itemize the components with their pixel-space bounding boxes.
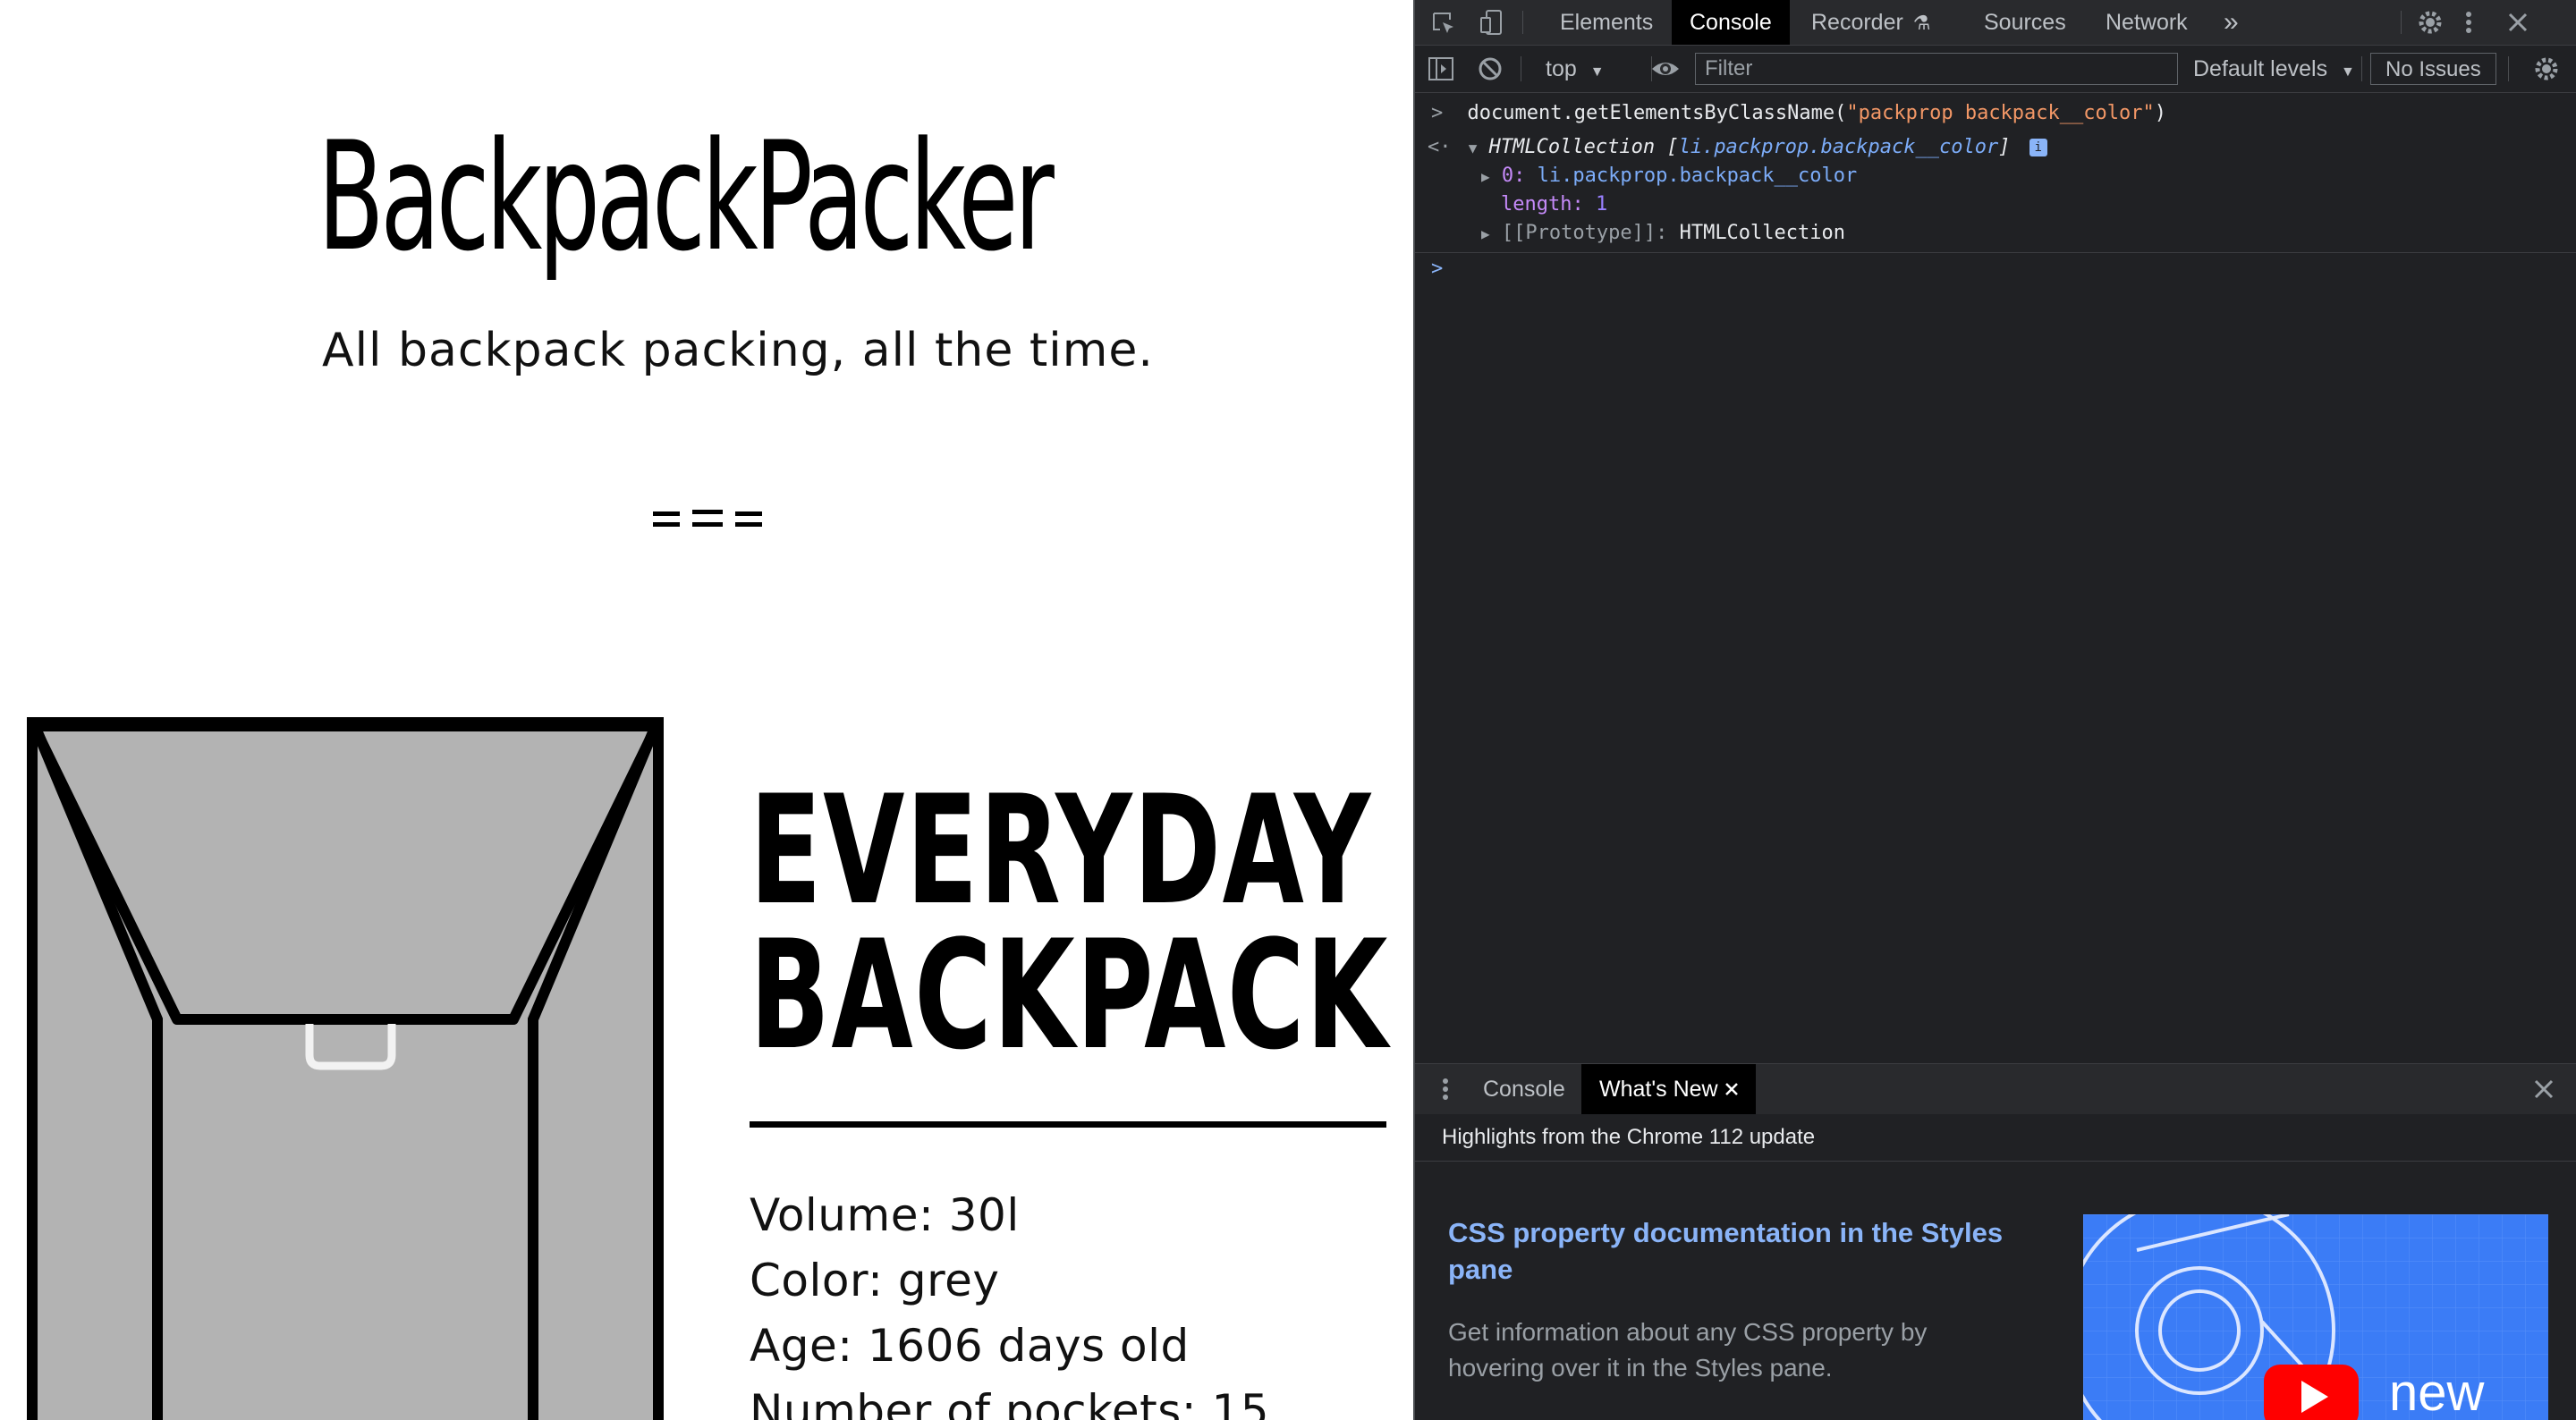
command-prefix: document. <box>1467 102 1574 124</box>
info-badge-icon[interactable]: i <box>2029 139 2047 156</box>
log-levels-dropdown[interactable]: Default levels ▼ <box>2193 55 2355 87</box>
toolbar-separator <box>1522 11 1523 34</box>
close-drawer-icon[interactable] <box>2533 1078 2555 1100</box>
backpack-title: EVERYDAY BACKPACK <box>750 763 1389 1083</box>
live-expression-eye-icon[interactable] <box>1649 56 1682 81</box>
console-prompt-caret[interactable]: > <box>1431 256 1443 283</box>
console-settings-gear-icon[interactable] <box>2533 55 2560 82</box>
row-0-value: li.packprop.backpack__color <box>1537 165 1858 187</box>
backpack-title-line-2: BACKPACK <box>750 908 1389 1083</box>
log-levels-label: Default levels <box>2193 56 2328 81</box>
tab-elements[interactable]: Elements <box>1560 0 1653 45</box>
console-toolbar: top ▼ Default levels ▼ No Issues <box>1415 46 2576 93</box>
close-devtools-icon[interactable] <box>2506 11 2529 34</box>
sidebar-toggle-icon[interactable] <box>1428 56 1454 81</box>
command-argument: "packprop backpack__color" <box>1846 102 2155 124</box>
input-prompt-icon: > <box>1431 102 1444 124</box>
result-type: HTMLCollection <box>1488 136 1656 158</box>
row-2-key: [[Prototype]]: <box>1501 222 1668 244</box>
result-return-icon: <· <box>1428 136 1452 158</box>
settings-gear-icon[interactable] <box>2417 9 2444 36</box>
close-tab-icon[interactable] <box>1724 1082 1739 1096</box>
row-1-key: length: <box>1501 193 1584 216</box>
expand-triangle-icon: ▼ <box>1468 139 1478 156</box>
devtools-tabbar: Elements Console Recorder ⚗ Sources Netw… <box>1415 0 2576 46</box>
dropdown-arrow-icon: ▼ <box>1589 64 1605 80</box>
row-0-key: 0: <box>1501 165 1526 187</box>
result-row-prototype[interactable]: ▶ [[Prototype]]: HTMLCollection <box>1481 220 1845 248</box>
backpack-image <box>27 717 664 1420</box>
backpack-properties: Volume: 30l Color: grey Age: 1606 days o… <box>750 1183 1269 1420</box>
toolbar-separator <box>2401 11 2402 34</box>
row-1-value: 1 <box>1595 193 1608 216</box>
whats-new-card-description: Get information about any CSS property b… <box>1448 1318 1928 1382</box>
command-open-paren: ( <box>1835 102 1847 124</box>
divider-ornament <box>653 506 764 531</box>
context-label: top <box>1546 56 1577 81</box>
more-tabs-icon[interactable]: » <box>2224 0 2239 45</box>
dropdown-arrow-icon: ▼ <box>2341 64 2355 80</box>
flask-icon: ⚗ <box>1912 12 1931 34</box>
device-toolbar-icon[interactable] <box>1479 9 1504 36</box>
devtools-panel: Elements Console Recorder ⚗ Sources Netw… <box>1415 0 2576 1420</box>
prop-age: Age: 1606 days old <box>750 1320 1190 1372</box>
expand-triangle-icon: ▶ <box>1481 225 1490 242</box>
command-close-paren: ) <box>2154 102 2166 124</box>
expand-triangle-icon: ▶ <box>1481 168 1490 185</box>
console-divider <box>1415 252 2576 253</box>
clear-console-icon[interactable] <box>1478 56 1503 81</box>
drawer-tab-whats-new-label: What's New <box>1599 1077 1718 1102</box>
tab-recorder[interactable]: Recorder ⚗ <box>1811 0 1931 45</box>
whats-new-card-title[interactable]: CSS property documentation in the Styles… <box>1448 1214 2021 1288</box>
row-2-value: HTMLCollection <box>1679 222 1846 244</box>
tab-console[interactable]: Console <box>1672 0 1790 45</box>
tab-network[interactable]: Network <box>2106 0 2188 45</box>
result-items: li.packprop.backpack__color <box>1678 136 1999 158</box>
console-output[interactable]: > document.getElementsByClassName("packp… <box>1415 93 2576 1063</box>
backpack-divider <box>750 1121 1386 1128</box>
console-filter-input[interactable] <box>1695 53 2178 85</box>
toolbar-separator <box>2361 56 2362 81</box>
prop-volume: Volume: 30l <box>750 1189 1020 1241</box>
prop-color: Color: grey <box>750 1255 1000 1306</box>
tab-recorder-label: Recorder <box>1811 10 1903 35</box>
toolbar-separator <box>2508 56 2509 81</box>
drawer-menu-icon[interactable] <box>1440 1077 1451 1102</box>
context-selector[interactable]: top ▼ <box>1546 55 1605 87</box>
command-method: getElementsByClassName <box>1573 102 1835 124</box>
backpack-title-line-1: EVERYDAY <box>750 763 1372 938</box>
console-command-line: > document.getElementsByClassName("packp… <box>1431 100 2166 127</box>
result-row-0[interactable]: ▶ 0: li.packprop.backpack__color <box>1481 163 1857 190</box>
inspect-element-icon[interactable] <box>1431 11 1456 36</box>
kebab-menu-icon[interactable] <box>2462 9 2476 36</box>
result-row-length: length: 1 <box>1501 191 1607 218</box>
tab-sources[interactable]: Sources <box>1984 0 2066 45</box>
issues-button[interactable]: No Issues <box>2370 53 2496 85</box>
console-result-line[interactable]: <· ▼ HTMLCollection [li.packprop.backpac… <box>1428 134 2047 162</box>
site-tagline: All backpack packing, all the time. <box>322 324 1154 377</box>
whats-new-headline: Highlights from the Chrome 112 update <box>1442 1125 1816 1149</box>
drawer-tabbar: Console What's New <box>1415 1063 2576 1115</box>
prop-pockets: Number of pockets: 15 <box>750 1385 1270 1420</box>
thumbnail-text: new <box>2389 1364 2485 1420</box>
whats-new-video-thumbnail[interactable]: new <box>2083 1214 2548 1420</box>
whats-new-header: Highlights from the Chrome 112 update <box>1415 1114 2576 1162</box>
site-title: BackpackPacker <box>318 109 1055 284</box>
web-page: BackpackPacker All backpack packing, all… <box>0 0 1413 1420</box>
drawer-tab-console[interactable]: Console <box>1483 1064 1565 1114</box>
